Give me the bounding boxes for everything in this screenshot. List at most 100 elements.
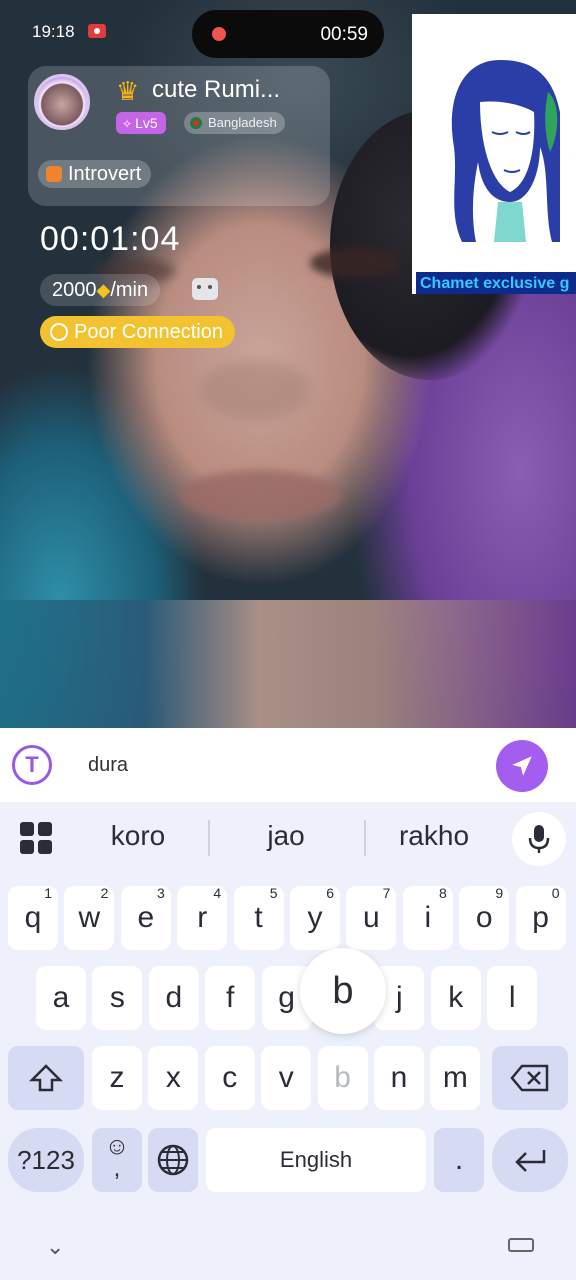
key-k[interactable]: k (430, 966, 481, 1030)
key-i[interactable]: i8 (402, 885, 453, 950)
enter-key[interactable] (492, 1128, 568, 1192)
soft-keyboard: koro jao rakho (0, 802, 576, 1280)
promo-woman-illustration (451, 60, 560, 242)
promo-caption: Chamet exclusive g (416, 272, 576, 294)
key-o[interactable]: o9 (459, 885, 510, 950)
key-w[interactable]: w2 (64, 885, 115, 950)
suggestion-1[interactable]: koro (68, 820, 208, 852)
period-key[interactable]: . (434, 1128, 484, 1192)
key-x[interactable]: x (148, 1046, 199, 1110)
key-t[interactable]: t5 (233, 885, 284, 950)
key-d[interactable]: d (148, 966, 199, 1030)
key-s[interactable]: s (92, 966, 143, 1030)
video-shape (180, 470, 340, 520)
key-c[interactable]: c (204, 1046, 255, 1110)
emoji-comma-key[interactable]: ☺, (92, 1128, 142, 1192)
key-label: t (254, 901, 263, 934)
key-hint: 7 (382, 885, 391, 901)
shift-icon (28, 1064, 64, 1092)
globe-icon (50, 323, 68, 341)
shift-key[interactable] (8, 1046, 84, 1110)
connection-label: Poor Connection (74, 321, 223, 343)
key-hint: 8 (439, 885, 447, 901)
key-u[interactable]: u7 (346, 885, 397, 950)
enter-arrow-icon (515, 1150, 546, 1172)
country-badge: Bangladesh (184, 112, 285, 134)
key-z[interactable]: z (92, 1046, 142, 1110)
video-shape (200, 360, 310, 420)
country-label: Bangladesh (208, 115, 277, 130)
comma-label: , (113, 1155, 121, 1182)
symbols-key[interactable]: ?123 (8, 1128, 84, 1192)
call-duration: 00:01:04 (40, 220, 181, 258)
key-f[interactable]: f (205, 966, 256, 1030)
call-rate: 2000◆/min (40, 274, 161, 306)
sparkle-icon: ✧ (122, 117, 133, 131)
screen-record-icon (88, 24, 106, 38)
call-indicator-pill[interactable]: 00:59 (192, 10, 384, 58)
send-button[interactable] (496, 740, 548, 792)
key-label: w (78, 901, 101, 934)
message-composer: T (0, 728, 576, 802)
call-timer: 00:59 (320, 24, 368, 45)
apps-grid-icon[interactable] (20, 822, 54, 856)
key-hint: 4 (213, 885, 222, 901)
voice-input-button[interactable] (512, 812, 566, 866)
bangladesh-flag-icon (190, 117, 202, 129)
hide-keyboard-icon[interactable]: ⌄ (46, 1234, 64, 1260)
space-key[interactable]: English (206, 1128, 426, 1192)
avatar[interactable] (34, 74, 90, 130)
key-m[interactable]: m (430, 1046, 481, 1110)
status-time: 19:18 (32, 22, 75, 41)
key-label: o (475, 901, 493, 934)
message-input[interactable] (88, 750, 468, 780)
keyboard-switch-icon[interactable] (508, 1238, 534, 1252)
key-r[interactable]: r4 (177, 885, 228, 950)
robot-icon[interactable] (192, 278, 218, 300)
key-a[interactable]: a (36, 966, 86, 1030)
tag-label: Introvert (68, 163, 142, 185)
key-y[interactable]: y6 (290, 885, 340, 950)
recording-dot-icon (212, 27, 226, 41)
crown-icon: ♛ (116, 76, 140, 106)
key-label: i (424, 901, 432, 934)
send-icon (512, 756, 532, 776)
key-v[interactable]: v (261, 1046, 312, 1110)
backspace-key[interactable] (492, 1046, 568, 1110)
personality-tag: Introvert (38, 160, 152, 188)
tag-icon (46, 166, 62, 182)
key-hint: 3 (157, 885, 165, 901)
key-q[interactable]: q1 (8, 885, 58, 950)
key-label: q (24, 901, 42, 934)
suggestion-strip: koro jao rakho (0, 802, 576, 876)
video-shape (310, 248, 400, 278)
globe-icon (157, 1144, 189, 1176)
key-hint: 5 (269, 885, 278, 901)
language-globe-key[interactable] (148, 1128, 198, 1192)
host-name: cute Rumi... (152, 76, 281, 103)
diamond-icon: ◆ (96, 280, 111, 300)
key-e[interactable]: e3 (120, 885, 171, 950)
key-n[interactable]: n (374, 1046, 424, 1110)
key-p[interactable]: p0 (515, 885, 566, 950)
microphone-icon (528, 825, 550, 853)
key-hint: 0 (551, 885, 560, 901)
translate-icon[interactable]: T (12, 745, 52, 785)
host-info-card[interactable]: ♛ cute Rumi... ✧ Lv5 Bangladesh Introvert (28, 66, 330, 206)
key-label: e (137, 901, 155, 934)
key-hint: 6 (326, 885, 334, 901)
key-press-popup: b (300, 948, 386, 1034)
suggestion-2[interactable]: jao (216, 820, 356, 852)
key-hint: 2 (100, 885, 109, 901)
rate-unit: /min (110, 279, 149, 301)
rate-value: 2000 (52, 279, 97, 301)
key-b[interactable]: b (317, 1046, 368, 1110)
key-hint: 1 (44, 885, 52, 901)
promo-card[interactable]: Chamet exclusive g (412, 14, 576, 294)
key-l[interactable]: l (487, 966, 538, 1030)
level-badge: ✧ Lv5 (116, 112, 166, 134)
suggestion-3[interactable]: rakho (364, 820, 504, 852)
suggestion-divider (208, 820, 210, 856)
level-label: Lv5 (135, 115, 158, 131)
key-label: y (307, 901, 323, 934)
